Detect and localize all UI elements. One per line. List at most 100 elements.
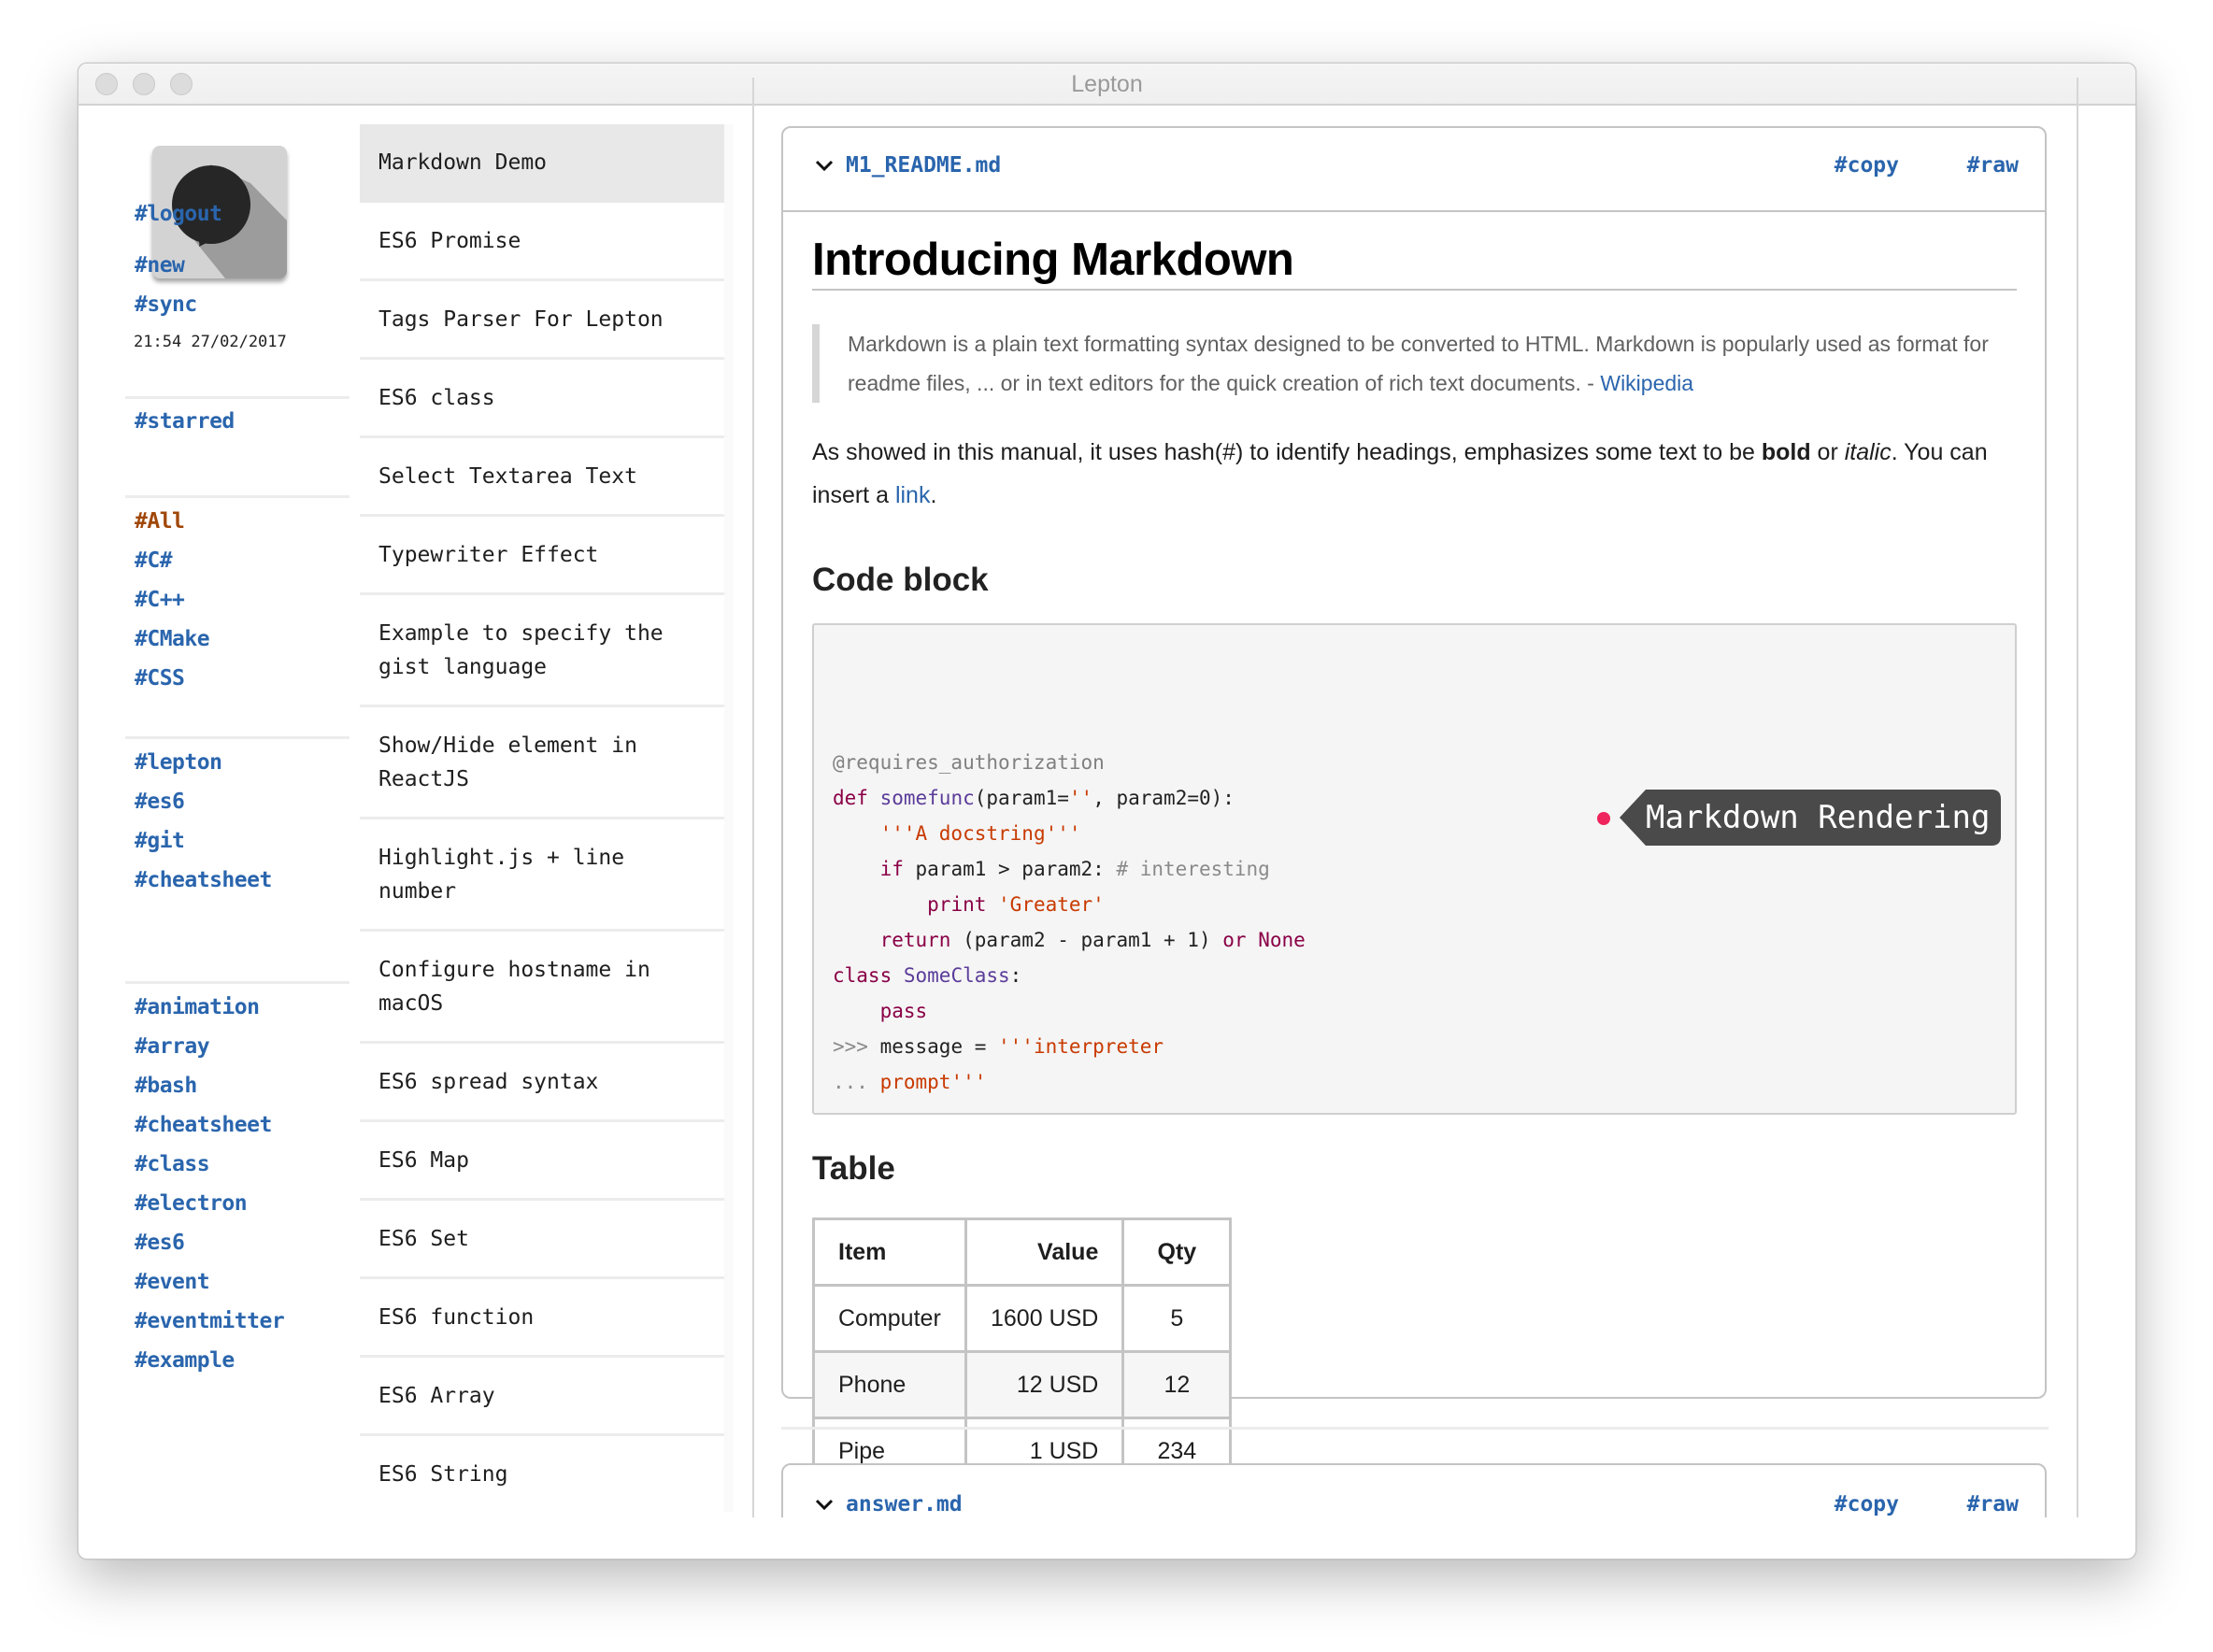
code-line: print 'Greater'	[833, 887, 1996, 922]
note-list-item[interactable]: ES6 function	[360, 1279, 724, 1358]
annotation-label: Markdown Rendering	[1646, 799, 1991, 836]
chevron-down-icon[interactable]	[813, 1493, 835, 1516]
table-header-cell: Value	[964, 1218, 1125, 1287]
code-token: return	[879, 929, 951, 951]
note-title: Configure hostname in macOS	[378, 957, 650, 1016]
note-list-item[interactable]: Markdown Demo	[360, 124, 724, 203]
code-line: @requires_authorization	[833, 745, 1996, 780]
note-title: ES6 String	[378, 1461, 508, 1487]
note-title: ES6 Map	[378, 1147, 469, 1173]
code-token: if	[879, 858, 904, 880]
inline-link[interactable]: link	[895, 482, 931, 508]
note-list-item[interactable]: ES6 Promise	[360, 203, 724, 281]
code-token: , param2=0):	[1092, 787, 1235, 809]
note-list-item[interactable]: Example to specify the gist language	[360, 595, 724, 707]
note-list-item[interactable]: Select Textarea Text	[360, 438, 724, 517]
raw-link[interactable]: #raw	[1967, 153, 2019, 178]
code-token: (param2 - param1 + 1)	[950, 929, 1223, 951]
code-token: >>>	[833, 1035, 868, 1058]
note-list-item[interactable]: Show/Hide element in ReactJS	[360, 707, 724, 819]
tag-link[interactable]: #cheatsheet	[135, 1113, 272, 1137]
code-line: >>> message = '''interpreter	[833, 1029, 1996, 1064]
note-list-item[interactable]: Tags Parser For Lepton	[360, 281, 724, 360]
logout-link[interactable]: #logout	[135, 202, 222, 226]
note-list-item[interactable]: Configure hostname in macOS	[360, 932, 724, 1044]
table-cell: 1600 USD	[964, 1284, 1125, 1353]
note-list-item[interactable]: ES6 Set	[360, 1201, 724, 1279]
tag-link[interactable]: #es6	[135, 790, 185, 814]
copy-link[interactable]: #copy	[1835, 153, 1899, 178]
code-token: (param1=	[974, 787, 1069, 809]
code-line: if param1 > param2: # interesting	[833, 851, 1996, 887]
note-title: ES6 Set	[378, 1226, 469, 1251]
note-list-item[interactable]: ES6 Array	[360, 1358, 724, 1436]
divider	[125, 396, 350, 399]
sync-link[interactable]: #sync	[135, 292, 197, 317]
table-cell: Phone	[812, 1350, 967, 1419]
tag-link[interactable]: #electron	[135, 1191, 248, 1216]
raw-link[interactable]: #raw	[1967, 1492, 2019, 1517]
code-token: somefunc	[879, 787, 975, 809]
card-divider	[781, 1427, 2049, 1430]
pane-divider[interactable]	[752, 78, 754, 1517]
copy-link[interactable]: #copy	[1835, 1492, 1899, 1517]
tag-link[interactable]: #es6	[135, 1231, 185, 1255]
code-token: message =	[867, 1035, 999, 1058]
code-token: param1 > param2:	[903, 858, 1117, 880]
tag-link[interactable]: #git	[135, 829, 185, 853]
tag-link[interactable]: #animation	[135, 995, 260, 1019]
tag-link[interactable]: #event	[135, 1270, 210, 1294]
code-token: '''A docstring'''	[879, 822, 1081, 845]
tag-link[interactable]: #bash	[135, 1074, 197, 1098]
note-list-item[interactable]: ES6 String	[360, 1436, 724, 1512]
content-scroll-edge	[2077, 78, 2078, 1517]
paragraph: As showed in this manual, it uses hash(#…	[812, 431, 2017, 517]
paragraph-text: As showed in this manual, it uses hash(#…	[812, 439, 1762, 465]
tag-link[interactable]: #class	[135, 1152, 210, 1176]
annotation-dot	[1597, 812, 1610, 825]
note-list-item[interactable]: ES6 class	[360, 360, 724, 438]
tag-link[interactable]: #CSS	[135, 666, 185, 691]
app-window: Lepton #logout #new #sync 21:54 27/02/20…	[78, 63, 2136, 1559]
note-list-item[interactable]: ES6 spread syntax	[360, 1044, 724, 1122]
tag-link[interactable]: #CMake	[135, 627, 210, 651]
chevron-down-icon[interactable]	[813, 154, 835, 177]
tag-link[interactable]: #cheatsheet	[135, 868, 272, 892]
divider	[125, 981, 350, 984]
tag-link[interactable]: #array	[135, 1034, 210, 1059]
new-note-link[interactable]: #new	[135, 253, 185, 278]
sidebar: #logout #new #sync 21:54 27/02/2017 #sta…	[125, 106, 351, 1559]
table-row: Phone 12 USD 12	[812, 1350, 1233, 1419]
tag-link[interactable]: #lepton	[135, 750, 222, 775]
table-cell: 12	[1121, 1350, 1233, 1419]
note-title: Example to specify the gist language	[378, 620, 664, 679]
file-card: M1_README.md #copy #raw Introducing Mark…	[781, 126, 2047, 1486]
tag-link[interactable]: #example	[135, 1348, 235, 1373]
code-token: print	[927, 893, 987, 916]
note-list-item[interactable]: ES6 Map	[360, 1122, 724, 1201]
tag-link[interactable]: #eventmitter	[135, 1309, 285, 1333]
note-list-scrollbar[interactable]	[724, 124, 734, 1512]
starred-link[interactable]: #starred	[135, 409, 235, 434]
file-name-link[interactable]: M1_README.md	[846, 153, 1001, 178]
file-card-header: answer.md #copy #raw	[783, 1465, 2045, 1517]
file-name-link[interactable]: answer.md	[846, 1492, 963, 1517]
italic-text: italic	[1844, 439, 1892, 465]
tag-link[interactable]: #C++	[135, 588, 185, 612]
markdown-body: Introducing Markdown Markdown is a plain…	[812, 233, 2017, 1486]
note-list-item[interactable]: Typewriter Effect	[360, 517, 724, 595]
note-list-item[interactable]: Highlight.js + line number	[360, 819, 724, 932]
tag-link[interactable]: #All	[135, 509, 185, 534]
tag-link[interactable]: #C#	[135, 548, 173, 573]
wikipedia-link[interactable]: Wikipedia	[1600, 371, 1693, 395]
code-line: ... prompt'''	[833, 1064, 1996, 1100]
markdown-table: Item Value Qty Computer 1600 USD 5 Phone 12 USD…	[812, 1218, 1233, 1486]
